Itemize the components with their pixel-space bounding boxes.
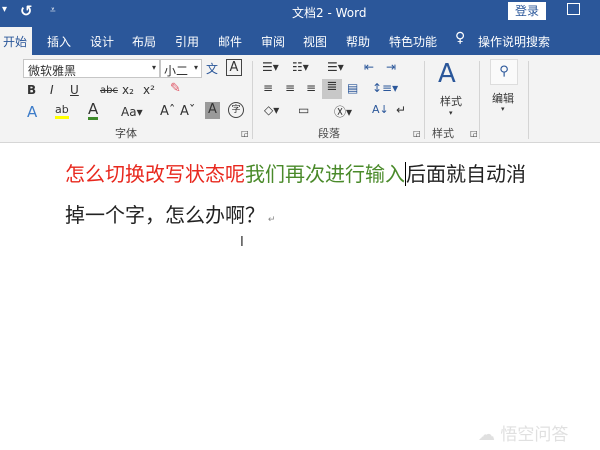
search-icon: ⚲ (490, 59, 518, 85)
tab-review[interactable]: 审阅 (261, 33, 285, 50)
dialog-launcher-icon[interactable]: ◲ (241, 129, 249, 138)
multilevel-list-icon[interactable]: ☰▾ (327, 60, 344, 74)
ribbon: 微软雅黑 ▾ 小二 ▾ 文 A B I U abc x₂ x² ✎ A ab A A… (0, 55, 600, 143)
window-title: 文档2 - Word (292, 4, 366, 21)
font-size-value: 小二 (164, 64, 188, 78)
font-name-select[interactable]: 微软雅黑 ▾ (23, 59, 160, 78)
styles-icon: A (438, 59, 456, 89)
tab-home[interactable]: 开始 (0, 27, 32, 55)
lightbulb-icon: ♀ (455, 30, 465, 46)
divider (528, 61, 529, 139)
distributed-icon[interactable]: ▤ (347, 81, 358, 95)
styles-button[interactable]: A 样式 ▾ (432, 59, 472, 119)
styles-group-label: 样式 (432, 125, 454, 141)
document-line-2: 掉一个字，怎么办啊？ ↵ (65, 199, 275, 228)
numbering-icon[interactable]: ☷▾ (292, 60, 309, 74)
sort-icon[interactable]: A↓ (372, 103, 389, 116)
green-text: 我们再次进行输入 (245, 162, 405, 186)
customize-icon[interactable]: ⩡ (50, 5, 56, 16)
tab-help[interactable]: 帮助 (346, 33, 370, 50)
borders-icon[interactable]: ▭ (298, 103, 309, 117)
line-spacing-icon[interactable]: ↕≡▾ (372, 81, 398, 95)
styles-button-label: 样式 (440, 93, 462, 109)
tab-design[interactable]: 设计 (90, 33, 114, 50)
chevron-down-icon: ▾ (449, 109, 453, 117)
document-page[interactable]: 怎么切换改写状态呢我们再次进行输入后面就自动消 掉一个字，怎么办啊？ ↵ I ☁… (0, 143, 600, 450)
tell-me-search[interactable]: 操作说明搜索 (478, 33, 550, 50)
character-shading-icon[interactable]: A (205, 102, 220, 119)
redo-icon[interactable]: ↺ (20, 2, 33, 20)
tab-view[interactable]: 视图 (303, 33, 327, 50)
login-button[interactable]: 登录 (508, 2, 546, 20)
underline-icon[interactable]: U (70, 83, 79, 97)
divider (252, 61, 253, 139)
editing-button[interactable]: ⚲ 编辑 ▾ (488, 59, 522, 121)
text-effects-icon[interactable]: A (27, 103, 37, 121)
font-group-label: 字体 (115, 125, 137, 141)
decrease-indent-icon[interactable]: ⇤ (364, 60, 374, 74)
enclose-characters-icon[interactable]: 字 (228, 102, 244, 118)
phonetic-guide-icon[interactable]: 文 (206, 60, 218, 77)
watermark: ☁ 悟空问答 (478, 420, 568, 445)
chevron-down-icon: ▾ (501, 105, 505, 113)
shrink-font-icon[interactable]: Aˇ (180, 104, 195, 119)
asian-layout-icon[interactable]: Ⓧ▾ (334, 103, 352, 120)
tab-layout[interactable]: 布局 (132, 33, 156, 50)
dialog-launcher-icon[interactable]: ◲ (470, 129, 478, 138)
tab-mailings[interactable]: 邮件 (218, 33, 242, 50)
tab-special[interactable]: 特色功能 (389, 33, 437, 50)
tab-references[interactable]: 引用 (175, 33, 199, 50)
change-case-icon[interactable]: Aa▾ (121, 105, 143, 119)
justify-icon[interactable]: ≣ (322, 79, 342, 99)
subscript-icon[interactable]: x₂ (122, 83, 134, 97)
ibeam-cursor-icon: I (240, 235, 244, 250)
italic-icon[interactable]: I (50, 83, 54, 97)
bullets-icon[interactable]: ☰▾ (262, 60, 279, 74)
show-marks-icon[interactable]: ↵ (396, 103, 406, 117)
chevron-down-icon: ▾ (194, 63, 198, 72)
font-name-value: 微软雅黑 (28, 64, 76, 78)
line-2-text: 掉一个字，怎么办啊？ (65, 203, 265, 227)
divider (424, 61, 425, 139)
align-right-icon[interactable]: ≡ (306, 81, 316, 95)
clear-formatting-icon[interactable]: ✎ (170, 81, 181, 96)
align-center-icon[interactable]: ≡ (285, 81, 295, 95)
align-left-icon[interactable]: ≡ (263, 81, 273, 95)
watermark-text: 悟空问答 (500, 425, 568, 445)
bold-icon[interactable]: B (27, 83, 36, 97)
ribbon-display-icon[interactable] (567, 3, 580, 15)
shading-icon[interactable]: ◇▾ (264, 103, 279, 117)
cloud-logo-icon: ☁ (478, 425, 500, 445)
font-color-icon[interactable]: A (88, 101, 98, 120)
document-line-1: 怎么切换改写状态呢我们再次进行输入后面就自动消 (65, 158, 526, 187)
superscript-icon[interactable]: x² (143, 83, 155, 97)
increase-indent-icon[interactable]: ⇥ (386, 60, 396, 74)
dialog-launcher-icon[interactable]: ◲ (413, 129, 421, 138)
chevron-down-icon: ▾ (152, 63, 156, 72)
editing-button-label: 编辑 (492, 90, 514, 106)
black-text: 后面就自动消 (406, 162, 526, 186)
ribbon-tabs: 开始 插入 设计 布局 引用 邮件 审阅 视图 帮助 特色功能 ♀ 操作说明搜索 (0, 25, 600, 55)
title-bar: ▾ ↺ ⩡ 文档2 - Word 登录 (0, 0, 600, 25)
more-icon[interactable]: ▾ (2, 4, 7, 15)
highlight-icon[interactable]: ab (55, 103, 69, 119)
font-size-select[interactable]: 小二 ▾ (160, 59, 202, 78)
tab-insert[interactable]: 插入 (47, 33, 71, 50)
strikethrough-icon[interactable]: abc (100, 85, 118, 96)
paragraph-mark-icon: ↵ (265, 215, 275, 225)
grow-font-icon[interactable]: Aˆ (160, 104, 175, 119)
character-border-icon[interactable]: A (226, 59, 242, 76)
red-text: 怎么切换改写状态呢 (65, 162, 245, 186)
paragraph-group-label: 段落 (318, 125, 340, 141)
divider (479, 61, 480, 139)
